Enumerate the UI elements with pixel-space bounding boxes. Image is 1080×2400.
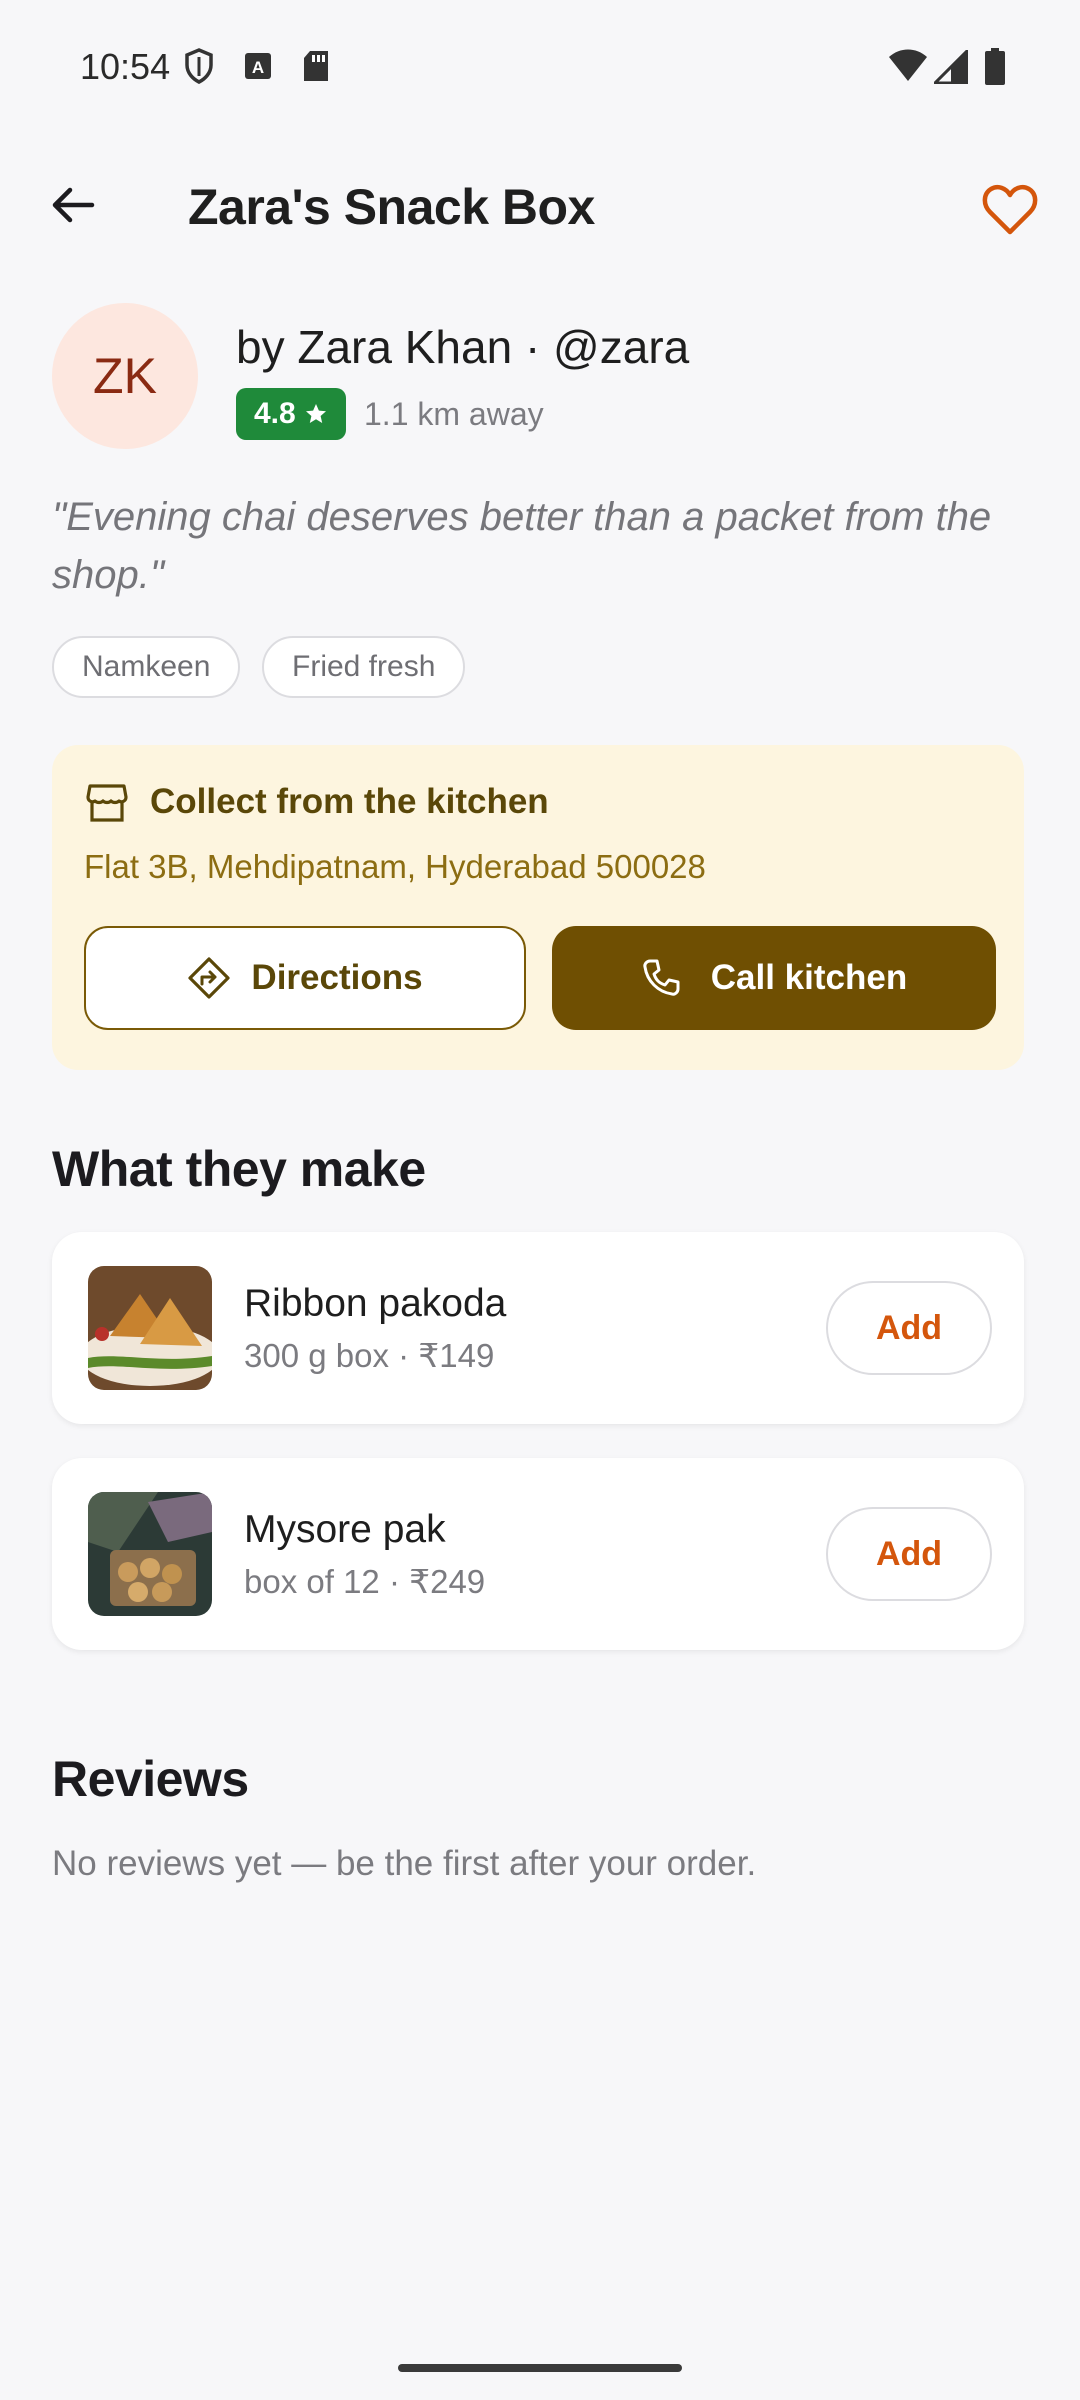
item-name: Mysore pak	[244, 1508, 446, 1551]
tag-chip: Namkeen	[52, 636, 241, 698]
pickup-address: Flat 3B, Mehdipatnam, Hyderabad 500028	[84, 848, 706, 885]
back-arrow-icon[interactable]	[48, 180, 98, 230]
page-title: Zara's Snack Box	[188, 179, 595, 235]
tag-chip: Fried fresh	[262, 636, 466, 698]
reviews-empty-text: No reviews yet — be the first after your…	[52, 1844, 757, 1883]
phone-icon	[643, 959, 680, 996]
avatar: ZK	[52, 303, 198, 449]
star-icon	[305, 404, 326, 423]
distance-text: 1.1 km away	[364, 396, 544, 432]
add-button[interactable]: Add	[826, 1507, 992, 1601]
svg-text:A: A	[252, 58, 264, 77]
reviews-heading: Reviews	[52, 1751, 249, 1807]
call-label: Call kitchen	[710, 958, 908, 997]
directions-icon	[188, 957, 231, 999]
sd-card-icon	[304, 51, 328, 81]
item-name: Ribbon pakoda	[244, 1282, 507, 1325]
kitchen-quote: "Evening chai deserves better than a pac…	[52, 495, 992, 597]
add-button[interactable]: Add	[826, 1281, 992, 1375]
store-icon	[86, 784, 128, 822]
cook-byline: by Zara Khan · @zara	[236, 321, 690, 373]
directions-label: Directions	[251, 958, 423, 997]
menu-heading: What they make	[52, 1141, 426, 1197]
directions-button[interactable]: Directions	[84, 926, 526, 1030]
item-meta: box of 12 · ₹249	[244, 1563, 486, 1600]
gesture-home-bar[interactable]	[398, 2364, 682, 2372]
status-time: 10:54	[80, 46, 171, 87]
battery-icon	[985, 48, 1005, 85]
rating-badge: 4.8	[236, 388, 346, 440]
item-meta: 300 g box · ₹149	[244, 1337, 495, 1374]
rating-value: 4.8	[254, 397, 296, 430]
pickup-title: Collect from the kitchen	[150, 782, 549, 821]
shield-icon	[185, 48, 213, 84]
avatar-initials: ZK	[93, 348, 157, 404]
heart-icon[interactable]	[980, 180, 1040, 240]
item-photo	[88, 1492, 212, 1616]
keyboard-icon: A	[245, 53, 271, 79]
wifi-icon	[889, 49, 927, 81]
call-kitchen-button[interactable]: Call kitchen	[552, 926, 996, 1030]
signal-icon	[934, 50, 968, 84]
item-photo	[88, 1266, 212, 1390]
